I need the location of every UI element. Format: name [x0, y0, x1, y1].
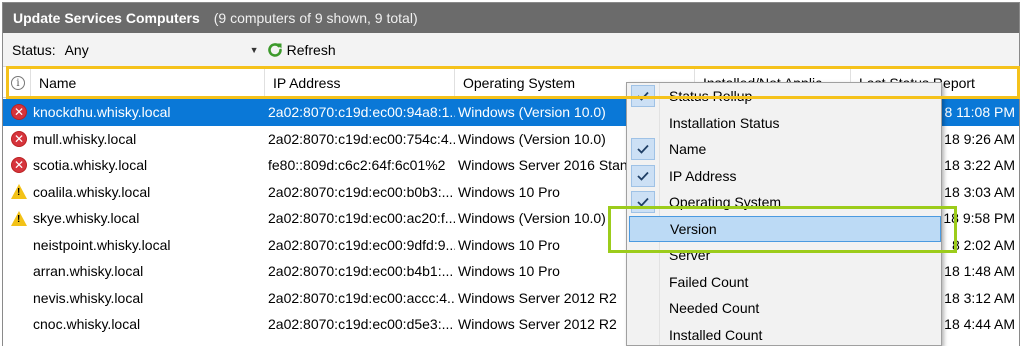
status-filter-dropdown[interactable]: Any ▼: [62, 38, 262, 62]
computer-name-cell: skye.whisky.local: [33, 210, 140, 227]
last-status-report-cell: 18 3:03 AM: [944, 183, 1015, 200]
status-cell: ✕: [11, 152, 31, 179]
dropdown-arrow-icon: ▼: [249, 44, 259, 55]
last-status-report-cell: 18 9:26 AM: [944, 130, 1015, 147]
checkmark-icon: [631, 138, 655, 160]
column-header-name[interactable]: Name: [31, 68, 265, 98]
operating-system-cell: Windows Server 2012 R2: [458, 289, 617, 306]
filter-toolbar: Status: Any ▼ Refresh: [3, 33, 1019, 67]
menu-item-server[interactable]: Server: [627, 242, 941, 269]
refresh-button[interactable]: Refresh: [266, 41, 336, 59]
status-cell: [11, 232, 31, 259]
menu-item-failed-count[interactable]: Failed Count: [627, 269, 941, 296]
menu-item-ip-address[interactable]: IP Address: [627, 163, 941, 190]
menu-item-label: IP Address: [669, 167, 737, 184]
warning-triangle-icon: [11, 184, 27, 200]
status-filter-value: Any: [64, 41, 89, 58]
menu-item-label: Operating System: [669, 194, 782, 211]
last-status-report-cell: 18 1:48 AM: [944, 263, 1015, 280]
info-icon: i: [11, 76, 25, 90]
error-x-icon: ✕: [11, 130, 27, 147]
menu-item-label: Name: [669, 141, 707, 158]
operating-system-cell: Windows 10 Pro: [458, 236, 560, 253]
menu-item-version[interactable]: Version: [629, 215, 941, 242]
status-column-header[interactable]: i: [3, 68, 31, 98]
ip-address-cell: 2a02:8070:c19d:ec00:94a8:1...: [268, 104, 455, 121]
status-cell: [11, 285, 31, 312]
status-cell: [11, 258, 31, 285]
checkmark-icon: [631, 191, 655, 213]
last-status-report-cell: 18 3:12 AM: [944, 289, 1015, 306]
ip-address-cell: 2a02:8070:c19d:ec00:ac20:f...: [268, 210, 455, 227]
checkmark-icon: [631, 164, 655, 187]
menu-item-label: Failed Count: [669, 273, 749, 290]
menu-item-label: Needed Count: [669, 300, 760, 317]
panel-title: Update Services Computers: [13, 10, 200, 26]
menu-item-status-rollup[interactable]: Status Rollup: [627, 83, 941, 110]
computer-name-cell: mull.whisky.local: [33, 130, 137, 147]
computer-name-cell: coalila.whisky.local: [33, 183, 151, 200]
computer-name-cell: arran.whisky.local: [33, 263, 144, 280]
refresh-icon: [267, 42, 282, 57]
menu-item-operating-system[interactable]: Operating System: [627, 189, 941, 216]
last-status-report-cell: 8 2:02 AM: [951, 236, 1015, 253]
menu-item-installation-status[interactable]: Installation Status: [627, 110, 941, 137]
computer-name-cell: cnoc.whisky.local: [33, 316, 141, 333]
operating-system-cell: Windows Server 2016 Stand: [458, 157, 628, 174]
panel-title-bar: Update Services Computers (9 computers o…: [3, 3, 1019, 33]
ip-address-cell: 2a02:8070:c19d:ec00:accc:4...: [268, 289, 455, 306]
computer-name-cell: nevis.whisky.local: [33, 289, 144, 306]
menu-item-label: Installation Status: [669, 114, 780, 131]
status-cell: ✕: [11, 126, 31, 153]
operating-system-cell: Windows (Version 10.0): [458, 104, 606, 121]
menu-item-label: Installed Count: [669, 326, 763, 343]
last-status-report-cell: 8 11:08 PM: [944, 104, 1015, 121]
ip-address-cell: 2a02:8070:c19d:ec00:754c:4...: [268, 130, 455, 147]
ip-address-cell: 2a02:8070:c19d:ec00:b4b1:...: [268, 263, 454, 280]
ip-address-cell: fe80::809d:c6c2:64f:6c01%2: [268, 157, 446, 174]
ip-address-cell: 2a02:8070:c19d:ec00:d5e3:...: [268, 316, 454, 333]
operating-system-cell: Windows Server 2012 R2: [458, 316, 617, 333]
error-x-icon: ✕: [11, 157, 27, 174]
ip-address-cell: 2a02:8070:c19d:ec00:b0b3:...: [268, 183, 454, 200]
checkmark-icon: [631, 85, 655, 107]
refresh-label: Refresh: [286, 41, 336, 58]
ip-address-cell: 2a02:8070:c19d:ec00:9dfd:9...: [268, 236, 455, 253]
menu-item-needed-count[interactable]: Needed Count: [627, 295, 941, 322]
operating-system-cell: Windows (Version 10.0): [458, 210, 606, 227]
column-chooser-menu: Status Rollup Installation Status Name IP A…: [626, 82, 942, 346]
computer-count: (9 computers of 9 shown, 9 total): [213, 10, 418, 26]
operating-system-cell: Windows 10 Pro: [458, 263, 560, 280]
operating-system-cell: Windows (Version 10.0): [458, 130, 606, 147]
status-cell: [11, 311, 31, 338]
status-cell: [11, 205, 31, 232]
computer-name-cell: scotia.whisky.local: [33, 157, 148, 174]
menu-item-installed-count[interactable]: Installed Count: [627, 322, 941, 346]
menu-item-label: Version: [670, 220, 717, 237]
warning-triangle-icon: [11, 210, 27, 226]
computer-name-cell: neistpoint.whisky.local: [33, 236, 171, 253]
status-cell: [11, 179, 31, 206]
computer-name-cell: knockdhu.whisky.local: [33, 104, 171, 121]
error-x-icon: ✕: [11, 104, 27, 121]
column-header-ip-address[interactable]: IP Address: [265, 68, 455, 98]
last-status-report-cell: 18 3:22 AM: [944, 157, 1015, 174]
status-filter-label: Status:: [12, 41, 56, 58]
menu-item-label: Status Rollup: [669, 88, 753, 105]
menu-item-label: Server: [669, 247, 711, 264]
status-cell: ✕: [11, 99, 31, 126]
last-status-report-cell: 18 9:58 PM: [943, 210, 1015, 227]
menu-item-name[interactable]: Name: [627, 136, 941, 163]
operating-system-cell: Windows 10 Pro: [458, 183, 560, 200]
last-status-report-cell: 18 4:44 AM: [944, 316, 1015, 333]
